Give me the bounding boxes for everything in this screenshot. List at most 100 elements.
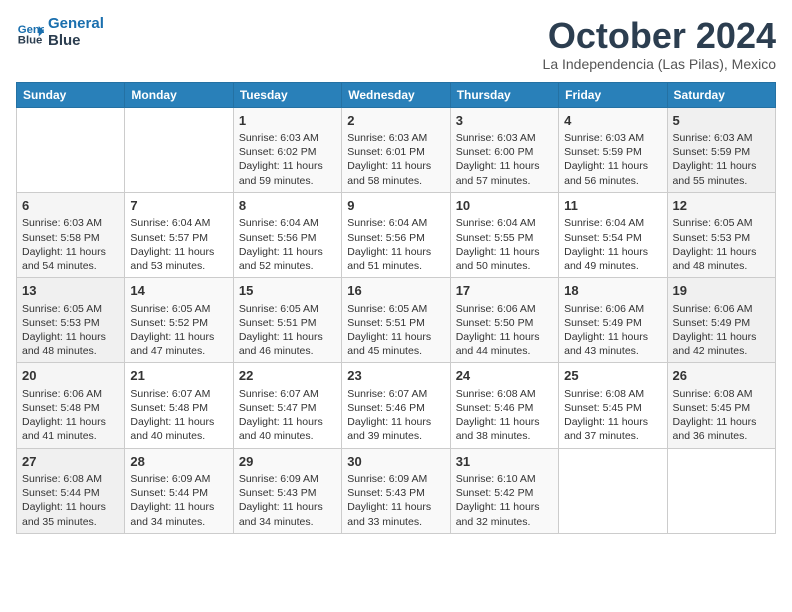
day-number: 27 (22, 453, 119, 471)
calendar-cell: 11Sunrise: 6:04 AMSunset: 5:54 PMDayligh… (559, 192, 667, 277)
calendar-cell: 12Sunrise: 6:05 AMSunset: 5:53 PMDayligh… (667, 192, 775, 277)
weekday-header-friday: Friday (559, 82, 667, 107)
day-info: Sunrise: 6:03 AMSunset: 6:00 PMDaylight:… (456, 131, 553, 188)
calendar-cell: 14Sunrise: 6:05 AMSunset: 5:52 PMDayligh… (125, 278, 233, 363)
day-number: 1 (239, 112, 336, 130)
day-number: 21 (130, 367, 227, 385)
day-number: 10 (456, 197, 553, 215)
calendar-week-row: 20 Sunrise: 6:06 AMSunset: 5:48 PMDayligh… (17, 363, 776, 448)
calendar-week-row: 13 Sunrise: 6:05 AMSunset: 5:53 PMDayligh… (17, 278, 776, 363)
day-number: 15 (239, 282, 336, 300)
day-info: Sunrise: 6:07 AMSunset: 5:47 PMDaylight:… (239, 387, 336, 444)
calendar-cell: 25Sunrise: 6:08 AMSunset: 5:45 PMDayligh… (559, 363, 667, 448)
day-info: Sunrise: 6:05 AMSunset: 5:53 PMDaylight:… (22, 302, 119, 359)
day-info: Sunrise: 6:04 AMSunset: 5:56 PMDaylight:… (239, 216, 336, 273)
weekday-header-monday: Monday (125, 82, 233, 107)
day-info: Sunrise: 6:04 AMSunset: 5:56 PMDaylight:… (347, 216, 444, 273)
calendar-cell (667, 448, 775, 533)
calendar-table: SundayMondayTuesdayWednesdayThursdayFrid… (16, 82, 776, 534)
calendar-cell: 9Sunrise: 6:04 AMSunset: 5:56 PMDaylight… (342, 192, 450, 277)
day-info: Sunrise: 6:09 AMSunset: 5:43 PMDaylight:… (239, 472, 336, 529)
calendar-header-row: SundayMondayTuesdayWednesdayThursdayFrid… (17, 82, 776, 107)
day-info: Sunrise: 6:07 AMSunset: 5:48 PMDaylight:… (130, 387, 227, 444)
day-number: 26 (673, 367, 770, 385)
calendar-cell: 27Sunrise: 6:08 AMSunset: 5:44 PMDayligh… (17, 448, 125, 533)
logo-icon: General Blue (16, 19, 44, 47)
calendar-cell: 30Sunrise: 6:09 AMSunset: 5:43 PMDayligh… (342, 448, 450, 533)
day-info: Sunrise: 6:03 AMSunset: 6:01 PMDaylight:… (347, 131, 444, 188)
calendar-cell: 16 Sunrise: 6:05 AMSunset: 5:51 PMDayligh… (342, 278, 450, 363)
day-info: Sunrise: 6:06 AMSunset: 5:50 PMDaylight:… (456, 302, 553, 359)
day-number: 24 (456, 367, 553, 385)
day-number: 4 (564, 112, 661, 130)
day-info: Sunrise: 6:04 AMSunset: 5:57 PMDaylight:… (130, 216, 227, 273)
day-info: Sunrise: 6:08 AMSunset: 5:46 PMDaylight:… (456, 387, 553, 444)
day-number: 20 (22, 367, 119, 385)
day-number: 13 (22, 282, 119, 300)
calendar-body: 1Sunrise: 6:03 AMSunset: 6:02 PMDaylight… (17, 107, 776, 533)
weekday-header-tuesday: Tuesday (233, 82, 341, 107)
day-info: Sunrise: 6:04 AMSunset: 5:54 PMDaylight:… (564, 216, 661, 273)
day-info: Sunrise: 6:06 AMSunset: 5:49 PMDaylight:… (564, 302, 661, 359)
day-info: Sunrise: 6:08 AMSunset: 5:44 PMDaylight:… (22, 472, 119, 529)
day-number: 19 (673, 282, 770, 300)
day-info: Sunrise: 6:06 AMSunset: 5:48 PMDaylight:… (22, 387, 119, 444)
day-number: 28 (130, 453, 227, 471)
calendar-week-row: 1Sunrise: 6:03 AMSunset: 6:02 PMDaylight… (17, 107, 776, 192)
weekday-header-saturday: Saturday (667, 82, 775, 107)
calendar-cell (17, 107, 125, 192)
calendar-week-row: 6Sunrise: 6:03 AMSunset: 5:58 PMDaylight… (17, 192, 776, 277)
day-info: Sunrise: 6:06 AMSunset: 5:49 PMDaylight:… (673, 302, 770, 359)
calendar-cell: 13 Sunrise: 6:05 AMSunset: 5:53 PMDayligh… (17, 278, 125, 363)
day-info: Sunrise: 6:03 AMSunset: 5:59 PMDaylight:… (673, 131, 770, 188)
calendar-cell: 23 Sunrise: 6:07 AMSunset: 5:46 PMDayligh… (342, 363, 450, 448)
calendar-cell: 24 Sunrise: 6:08 AMSunset: 5:46 PMDayligh… (450, 363, 558, 448)
day-info: Sunrise: 6:03 AMSunset: 5:58 PMDaylight:… (22, 216, 119, 273)
day-info: Sunrise: 6:07 AMSunset: 5:46 PMDaylight:… (347, 387, 444, 444)
day-number: 8 (239, 197, 336, 215)
day-number: 29 (239, 453, 336, 471)
day-number: 17 (456, 282, 553, 300)
day-number: 23 (347, 367, 444, 385)
day-number: 2 (347, 112, 444, 130)
calendar-cell: 21 Sunrise: 6:07 AMSunset: 5:48 PMDayligh… (125, 363, 233, 448)
calendar-cell: 20 Sunrise: 6:06 AMSunset: 5:48 PMDayligh… (17, 363, 125, 448)
calendar-cell: 28Sunrise: 6:09 AMSunset: 5:44 PMDayligh… (125, 448, 233, 533)
day-info: Sunrise: 6:08 AMSunset: 5:45 PMDaylight:… (673, 387, 770, 444)
day-number: 16 (347, 282, 444, 300)
page-header: General Blue General Blue October 2024 L… (16, 16, 776, 72)
title-block: October 2024 La Independencia (Las Pilas… (543, 16, 776, 72)
day-number: 14 (130, 282, 227, 300)
calendar-cell: 8Sunrise: 6:04 AMSunset: 5:56 PMDaylight… (233, 192, 341, 277)
day-info: Sunrise: 6:03 AMSunset: 5:59 PMDaylight:… (564, 131, 661, 188)
day-number: 12 (673, 197, 770, 215)
day-info: Sunrise: 6:09 AMSunset: 5:43 PMDaylight:… (347, 472, 444, 529)
calendar-cell (559, 448, 667, 533)
month-title: October 2024 (543, 16, 776, 56)
day-info: Sunrise: 6:05 AMSunset: 5:51 PMDaylight:… (347, 302, 444, 359)
day-info: Sunrise: 6:04 AMSunset: 5:55 PMDaylight:… (456, 216, 553, 273)
day-info: Sunrise: 6:03 AMSunset: 6:02 PMDaylight:… (239, 131, 336, 188)
weekday-header-thursday: Thursday (450, 82, 558, 107)
calendar-cell: 18 Sunrise: 6:06 AMSunset: 5:49 PMDayligh… (559, 278, 667, 363)
day-number: 11 (564, 197, 661, 215)
day-number: 5 (673, 112, 770, 130)
calendar-cell (125, 107, 233, 192)
logo-blue: Blue (48, 33, 104, 50)
weekday-header-wednesday: Wednesday (342, 82, 450, 107)
weekday-header-sunday: Sunday (17, 82, 125, 107)
day-number: 22 (239, 367, 336, 385)
day-info: Sunrise: 6:05 AMSunset: 5:53 PMDaylight:… (673, 216, 770, 273)
day-number: 18 (564, 282, 661, 300)
logo: General Blue General Blue (16, 16, 104, 49)
day-number: 6 (22, 197, 119, 215)
calendar-cell: 7Sunrise: 6:04 AMSunset: 5:57 PMDaylight… (125, 192, 233, 277)
calendar-cell: 5Sunrise: 6:03 AMSunset: 5:59 PMDaylight… (667, 107, 775, 192)
calendar-cell: 3Sunrise: 6:03 AMSunset: 6:00 PMDaylight… (450, 107, 558, 192)
calendar-cell: 1Sunrise: 6:03 AMSunset: 6:02 PMDaylight… (233, 107, 341, 192)
day-number: 3 (456, 112, 553, 130)
day-number: 31 (456, 453, 553, 471)
calendar-cell: 17 Sunrise: 6:06 AMSunset: 5:50 PMDayligh… (450, 278, 558, 363)
calendar-cell: 19 Sunrise: 6:06 AMSunset: 5:49 PMDayligh… (667, 278, 775, 363)
calendar-cell: 31Sunrise: 6:10 AMSunset: 5:42 PMDayligh… (450, 448, 558, 533)
